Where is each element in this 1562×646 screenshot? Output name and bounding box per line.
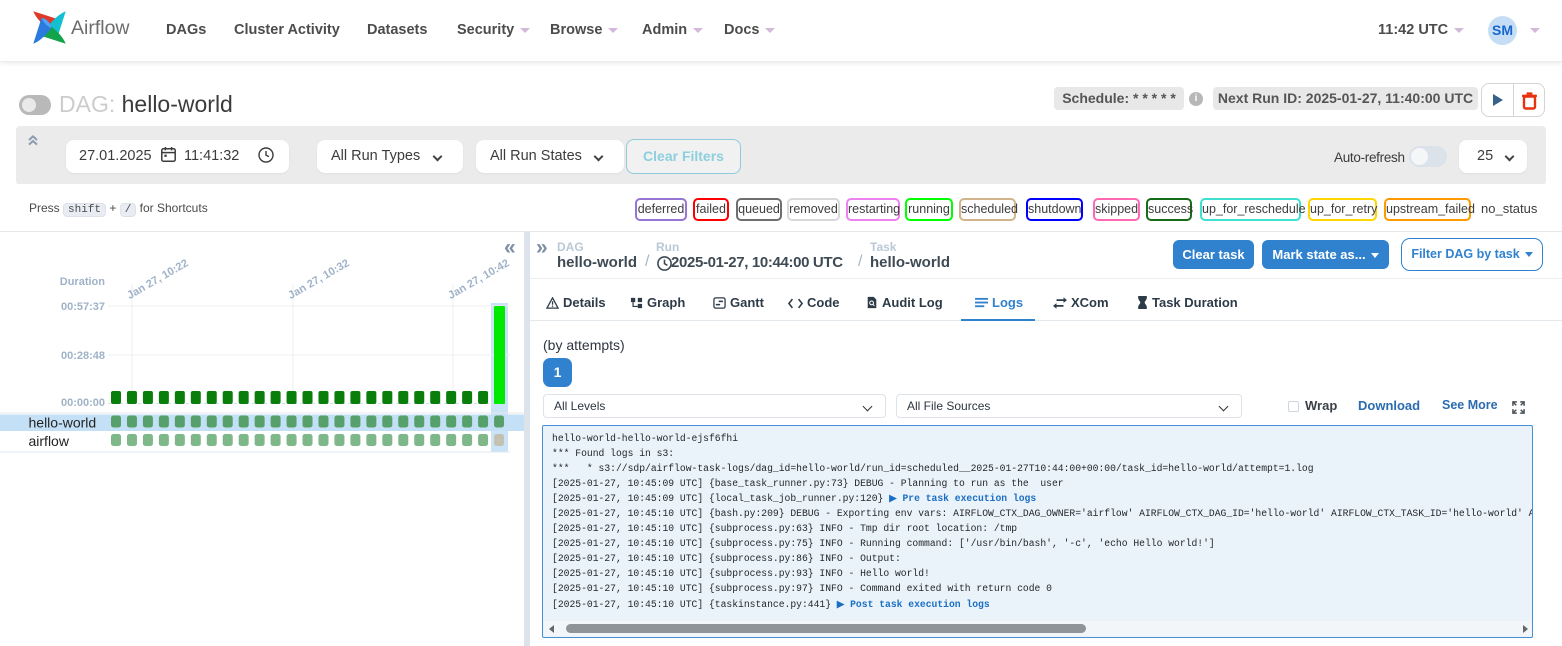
svg-text:00:28:48: 00:28:48 [61,350,105,362]
svg-text:hello-world: hello-world [29,415,97,431]
svg-text:Jan 27, 10:32: Jan 27, 10:32 [286,257,351,302]
svg-text:airflow: airflow [29,433,70,449]
svg-text:Duration: Duration [60,276,106,288]
svg-text:Jan 27, 10:42: Jan 27, 10:42 [446,257,511,302]
svg-text:Jan 27, 10:22: Jan 27, 10:22 [125,257,190,302]
svg-text:00:00:00: 00:00:00 [61,397,105,409]
svg-text:00:57:37: 00:57:37 [61,301,105,313]
